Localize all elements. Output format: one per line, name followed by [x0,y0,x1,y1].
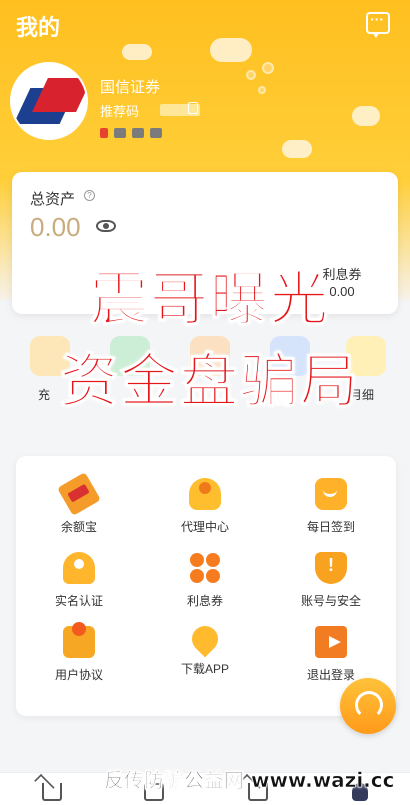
eye-icon[interactable] [96,220,116,232]
menu-label: 用户协议 [54,668,103,682]
total-assets-label: 总资产 [30,191,76,208]
footer-watermark: 反传防骗公益网 www.wazi.cc [104,768,395,793]
menu-item-download[interactable]: 下载APP [142,620,268,677]
help-icon[interactable]: ? [84,190,95,201]
mail-icon [114,128,126,138]
overlay-line-2: 资金盘骗局 [59,347,360,416]
menu-label: 余额宝 [60,520,97,534]
menu-label: 每日签到 [306,520,355,534]
menu-item-signin[interactable]: 每日签到 [268,478,394,535]
menu-item-security[interactable]: 账号与安全 [268,552,394,609]
menu-item-coupon[interactable]: 利息券 [142,552,268,609]
card-icon [132,128,144,138]
page-title: 我的 [16,15,61,40]
agent-icon [189,478,221,510]
customer-service-button[interactable] [340,678,396,734]
menu-grid: 余额宝 代理中心 每日签到 实名认证 利息券 账号与安全 用户协议 下载APP … [16,456,396,716]
cloud-decoration [122,44,152,60]
avatar[interactable] [10,62,88,140]
logout-icon [315,626,347,658]
menu-label: 实名认证 [54,594,103,608]
menu-item-agent[interactable]: 代理中心 [142,478,268,535]
sign-icon [315,478,347,510]
coin-decoration [246,70,256,80]
phone-icon [100,128,108,138]
shield-icon [315,552,347,584]
menu-label: 利息券 [186,594,223,608]
cloud-decoration [352,106,380,126]
menu-label: 下载APP [180,662,229,676]
coin-decoration [258,86,266,94]
id-card-icon [150,128,162,138]
menu-item-agreement[interactable]: 用户协议 [16,622,142,683]
menu-item-logout[interactable]: 退出登录 [268,626,394,683]
menu-item-verify[interactable]: 实名认证 [16,552,142,609]
copy-icon[interactable] [188,102,198,114]
cloud-decoration [210,38,252,62]
id-icon [63,552,95,584]
total-assets-value: 0.00 [30,212,81,242]
message-icon[interactable] [366,11,390,38]
overlay-line-1: 震哥曝光 [89,265,330,334]
doc-icon [63,622,95,658]
company-name: 国信证券 [100,79,161,96]
menu-label: 代理中心 [180,520,229,534]
download-icon [186,620,224,658]
menu-item-yuebao[interactable]: 余额宝 [16,472,142,535]
coupon-icon [189,552,221,584]
cloud-decoration [282,140,312,158]
referral-label: 推荐码 [100,104,140,119]
home-icon[interactable] [42,783,62,801]
contact-icons [100,128,162,138]
menu-label: 账号与安全 [300,594,361,608]
tag-icon [57,472,101,516]
coin-decoration [262,62,274,74]
